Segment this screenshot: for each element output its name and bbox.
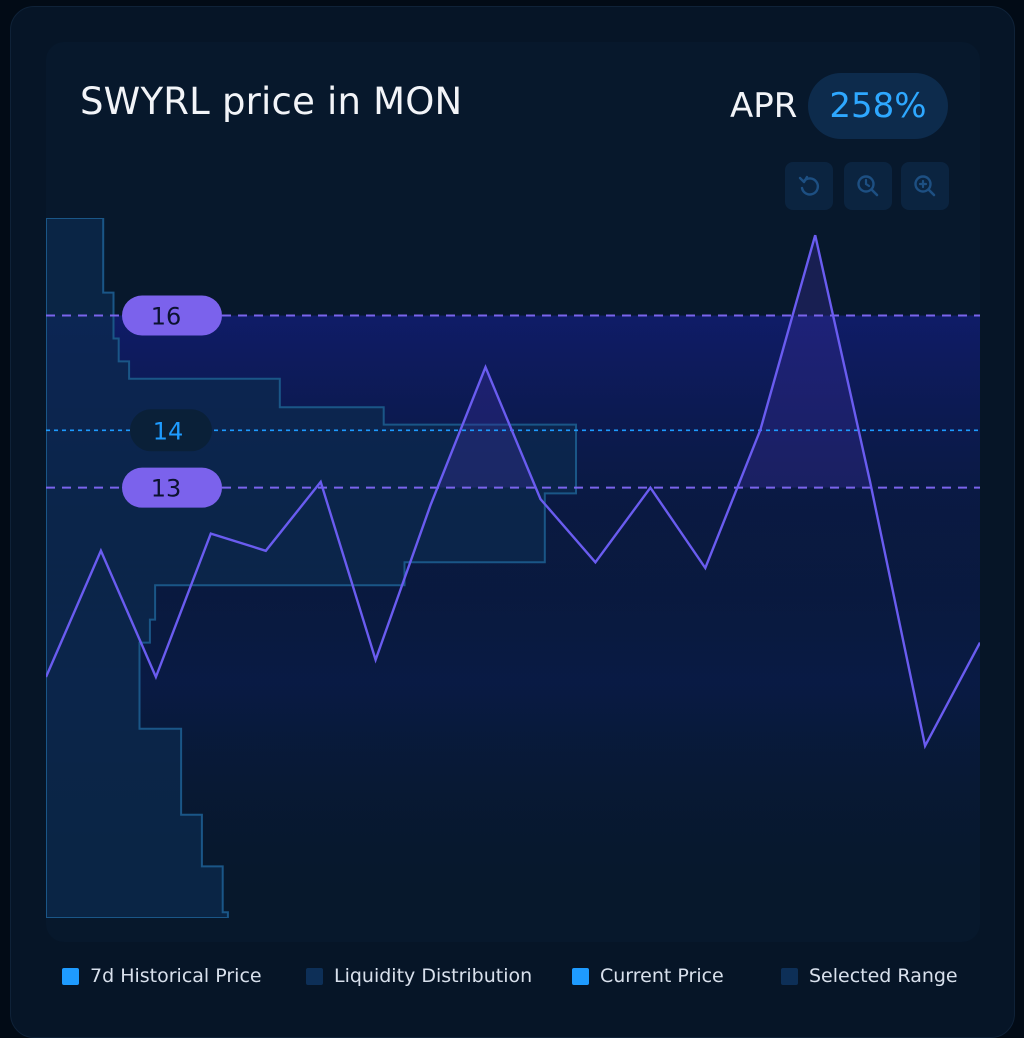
- legend-item-selected-range[interactable]: Selected Range: [781, 962, 958, 990]
- range-min-label-text: 13: [151, 475, 182, 503]
- legend-label: Liquidity Distribution: [334, 965, 533, 987]
- current-price-label: 14: [130, 409, 212, 452]
- legend-item-current-price[interactable]: Current Price: [572, 962, 724, 990]
- current-price-text: 14: [153, 417, 184, 445]
- legend-swatch: [781, 967, 798, 985]
- range-min-label[interactable]: 13: [122, 467, 222, 508]
- legend-swatch: [572, 967, 589, 985]
- legend-label: Current Price: [600, 965, 724, 987]
- legend-swatch: [306, 967, 323, 985]
- legend-item-historical[interactable]: 7d Historical Price: [62, 962, 262, 990]
- legend-label: 7d Historical Price: [90, 965, 262, 987]
- legend-label: Selected Range: [809, 965, 958, 987]
- range-max-label[interactable]: 16: [122, 295, 222, 336]
- range-max-label-text: 16: [151, 303, 182, 331]
- price-chart: 16 13 14: [46, 218, 980, 918]
- legend-swatch: [62, 967, 79, 985]
- legend-item-liquidity[interactable]: Liquidity Distribution: [306, 962, 532, 990]
